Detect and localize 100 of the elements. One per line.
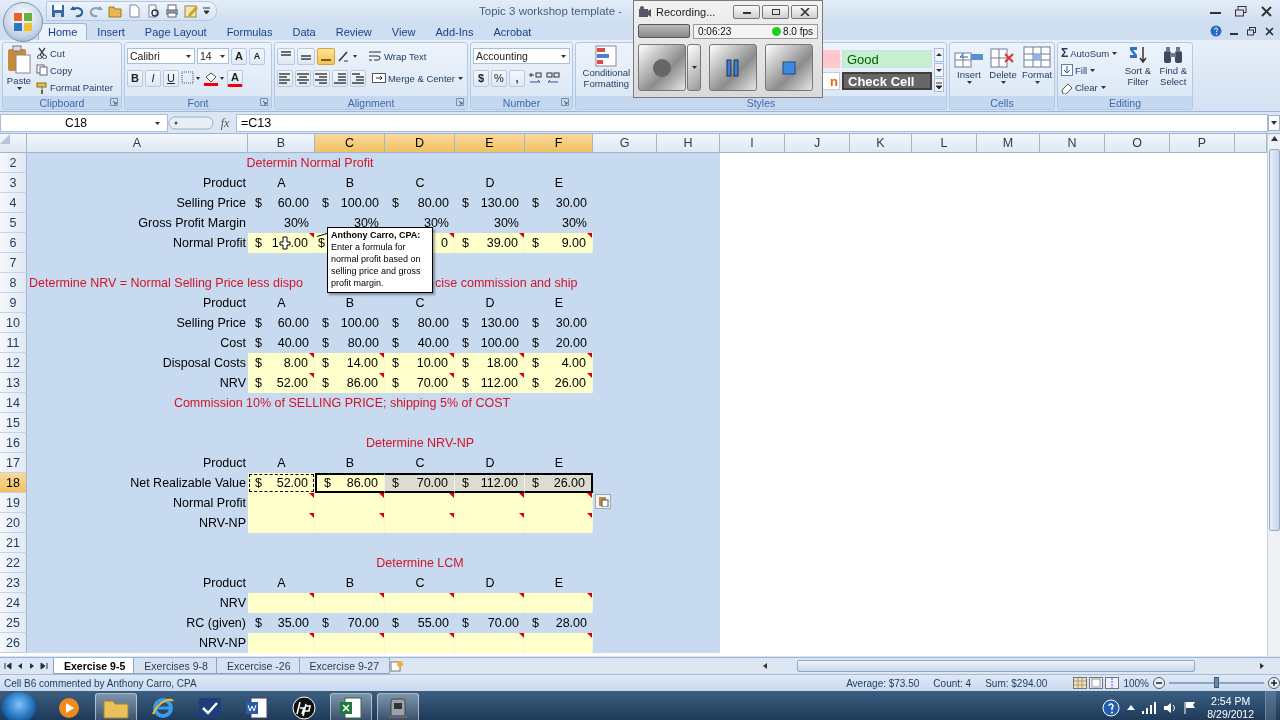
input-cell[interactable] bbox=[248, 593, 315, 613]
print-preview-icon[interactable] bbox=[146, 4, 160, 18]
input-cell[interactable] bbox=[385, 633, 455, 653]
caret-icon[interactable] bbox=[1111, 50, 1119, 56]
browser-icon[interactable] bbox=[151, 695, 175, 720]
dialog-launcher-icon[interactable] bbox=[456, 98, 464, 106]
clear-button[interactable]: Clear bbox=[1060, 79, 1120, 96]
clipboard-icon[interactable] bbox=[6, 45, 32, 75]
input-cell[interactable] bbox=[385, 593, 455, 613]
number-format-field[interactable]: Accounting bbox=[473, 48, 570, 64]
comma-button[interactable]: , bbox=[509, 69, 525, 87]
row-header[interactable]: 5 bbox=[0, 213, 27, 233]
input-cell[interactable] bbox=[315, 593, 385, 613]
save-icon[interactable] bbox=[51, 4, 65, 18]
next-sheet-icon[interactable] bbox=[28, 662, 36, 670]
close-icon[interactable] bbox=[1265, 26, 1274, 36]
column-header[interactable]: E bbox=[455, 134, 525, 153]
customize-caret-icon[interactable] bbox=[203, 7, 210, 15]
percent-button[interactable]: % bbox=[491, 69, 507, 87]
caret-icon[interactable] bbox=[185, 53, 192, 59]
pause-button[interactable] bbox=[709, 44, 757, 91]
scissors-icon[interactable] bbox=[36, 47, 48, 60]
row-header[interactable]: 3 bbox=[0, 173, 27, 193]
scroll-down-icon[interactable] bbox=[934, 63, 944, 77]
sheet-tab[interactable]: Excercise -26 bbox=[215, 658, 302, 674]
name-box[interactable]: C18 bbox=[0, 114, 168, 132]
input-cell[interactable] bbox=[455, 513, 525, 533]
caret-icon[interactable] bbox=[560, 53, 567, 59]
input-cell[interactable] bbox=[455, 493, 525, 513]
ribbon-tab[interactable]: Review bbox=[325, 23, 382, 40]
eraser-icon[interactable] bbox=[1061, 81, 1073, 94]
row-header[interactable]: 22 bbox=[0, 553, 27, 573]
formula-input[interactable]: =C13 bbox=[236, 114, 1268, 132]
row-header[interactable]: 6 bbox=[0, 233, 27, 253]
increase-decimal-icon[interactable] bbox=[527, 71, 543, 85]
flag-icon[interactable] bbox=[1184, 701, 1197, 714]
stop-button[interactable] bbox=[765, 44, 813, 91]
fill-color-icon[interactable] bbox=[203, 70, 225, 86]
more-styles-icon[interactable] bbox=[934, 78, 944, 92]
input-cell[interactable] bbox=[385, 513, 455, 533]
horizontal-scrollbar[interactable] bbox=[761, 659, 1266, 673]
format-cells-icon[interactable] bbox=[1022, 45, 1053, 69]
zoom-out-icon[interactable] bbox=[1153, 677, 1165, 689]
font-family-field[interactable]: Calibri bbox=[127, 48, 195, 64]
taskbar-button[interactable] bbox=[330, 692, 372, 720]
italic-button[interactable]: I bbox=[145, 69, 161, 87]
copy-button[interactable]: Copy bbox=[35, 62, 114, 79]
row-header[interactable]: 11 bbox=[0, 333, 27, 353]
document-w-icon[interactable] bbox=[245, 695, 269, 720]
ribbon-tab[interactable]: Acrobat bbox=[483, 23, 542, 40]
dialog-launcher-icon[interactable] bbox=[561, 98, 569, 106]
row-header[interactable]: 2 bbox=[0, 153, 27, 173]
zoom-in-icon[interactable] bbox=[1268, 677, 1280, 689]
cut-button[interactable]: Cut bbox=[35, 45, 114, 62]
close-icon[interactable] bbox=[1261, 5, 1272, 17]
first-sheet-icon[interactable] bbox=[4, 662, 12, 670]
input-cell[interactable] bbox=[315, 513, 385, 533]
hp-logo-icon[interactable] bbox=[292, 695, 316, 720]
input-cell[interactable] bbox=[248, 493, 315, 513]
binoculars-icon[interactable] bbox=[1162, 45, 1185, 65]
decrease-decimal-icon[interactable] bbox=[545, 71, 561, 85]
ribbon-tab[interactable]: Page Layout bbox=[134, 23, 217, 40]
grow-font-button[interactable]: A bbox=[231, 47, 247, 65]
row-header[interactable]: 12 bbox=[0, 353, 27, 373]
checkmark-icon[interactable] bbox=[198, 696, 222, 719]
normal-view-icon[interactable] bbox=[1073, 677, 1088, 689]
media-player-icon[interactable] bbox=[57, 695, 81, 720]
row-header[interactable]: 4 bbox=[0, 193, 27, 213]
row-header[interactable]: 19 bbox=[0, 493, 27, 513]
row-header[interactable]: 14 bbox=[0, 393, 27, 413]
row-header[interactable]: 26 bbox=[0, 633, 27, 653]
input-cell[interactable] bbox=[315, 493, 385, 513]
sheet-tab[interactable]: Excercise 9-27 bbox=[298, 658, 390, 674]
column-header[interactable]: C bbox=[315, 134, 385, 153]
undo-icon[interactable] bbox=[70, 4, 84, 18]
caret-icon[interactable] bbox=[690, 65, 698, 70]
row-header[interactable]: 21 bbox=[0, 533, 27, 553]
caret-icon[interactable] bbox=[999, 80, 1007, 85]
conditional-formatting-button[interactable]: Conditional Formatting bbox=[578, 45, 635, 96]
find-select-button[interactable]: Find & Select bbox=[1156, 45, 1190, 96]
row-header[interactable]: 23 bbox=[0, 573, 27, 593]
insert-button[interactable]: Insert bbox=[953, 45, 985, 96]
caret-icon[interactable] bbox=[219, 53, 226, 59]
underline-button[interactable]: U bbox=[163, 69, 179, 87]
row-header[interactable]: 7 bbox=[0, 253, 27, 273]
record-button[interactable] bbox=[638, 44, 686, 91]
caret-icon[interactable] bbox=[965, 80, 973, 85]
row-header[interactable]: 9 bbox=[0, 293, 27, 313]
ribbon-tab[interactable]: Insert bbox=[87, 23, 135, 40]
recorder-icon[interactable] bbox=[386, 695, 410, 720]
font-color-button[interactable]: A bbox=[227, 69, 243, 87]
folder-icon[interactable] bbox=[108, 4, 122, 18]
merge-icon[interactable] bbox=[371, 72, 386, 84]
caret-icon[interactable] bbox=[15, 86, 23, 91]
row-header[interactable]: 17 bbox=[0, 453, 27, 473]
row-header[interactable]: 16 bbox=[0, 433, 27, 453]
caret-icon[interactable] bbox=[1089, 68, 1097, 73]
input-cell[interactable] bbox=[248, 633, 315, 653]
wrap-text-icon[interactable] bbox=[368, 50, 382, 62]
paste-options-button[interactable] bbox=[595, 494, 611, 509]
